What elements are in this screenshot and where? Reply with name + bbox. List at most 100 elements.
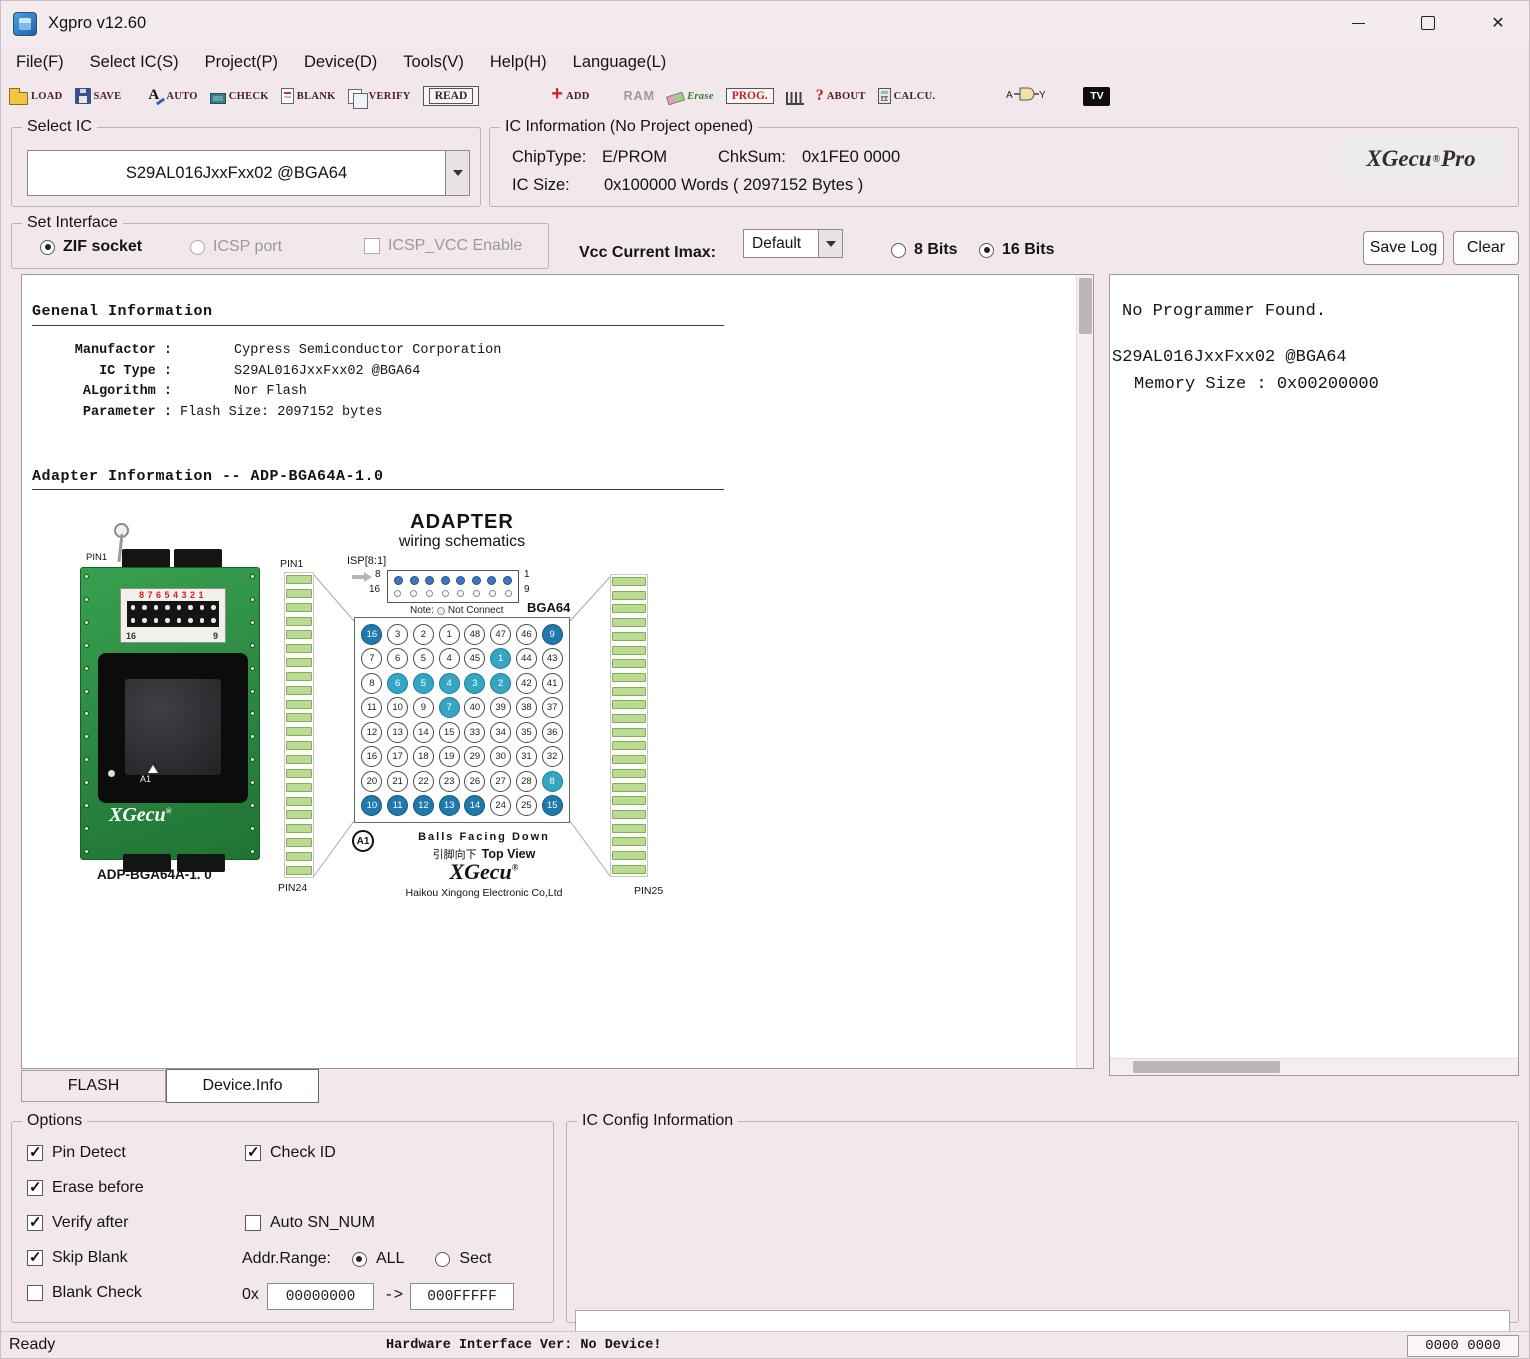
toolbar-load-button[interactable]: LOAD [9,88,63,105]
toolbar-save-button[interactable]: SAVE [75,88,122,104]
bga-ball: 39 [490,697,511,718]
balls-facing-label: Balls Facing Down [394,831,574,843]
toolbar-prog-button[interactable]: PROG. [726,88,774,104]
main-vertical-scrollbar[interactable] [1076,275,1093,1068]
addr-sect-radio[interactable] [435,1252,450,1267]
bga-ball: 15 [439,722,460,743]
pin-bar [286,630,312,639]
isp-hole [410,576,419,585]
pin-strip-right [610,574,648,877]
blank-check-checkbox[interactable] [27,1285,43,1301]
icsp-port-radio[interactable] [190,240,205,255]
blank-label: BLANK [297,91,336,102]
menu-tools[interactable]: Tools(V) [390,49,477,76]
isp-header-on-pcb: 87654321 16 9 [120,588,226,643]
check-id-checkbox[interactable] [245,1145,261,1161]
via-dot [250,757,255,762]
scrollbar-thumb[interactable] [1079,278,1092,334]
bga-ball: 35 [516,722,537,743]
minimize-button[interactable] [1335,6,1381,40]
bga-ball: 44 [516,648,537,669]
addr-to-input[interactable] [410,1283,514,1310]
ic-config-field[interactable] [575,1310,1510,1332]
toolbar-calcu-button[interactable]: CALCU. [878,88,936,104]
icsp-vcc-checkbox[interactable] [364,238,380,254]
window-title: Xgpro v12.60 [48,14,146,33]
toolbar-about-button[interactable]: ABOUT [816,87,866,105]
toolbar-tv-button[interactable]: TV [1083,87,1110,106]
toolbar-erase-button[interactable]: Erase [667,89,714,103]
menu-select-ic[interactable]: Select IC(S) [77,49,192,76]
toolbar-read-button[interactable]: READ [423,86,480,106]
bga-ball: 19 [439,746,460,767]
header-dot [165,605,170,610]
save-log-button[interactable]: Save Log [1363,231,1444,265]
toolbar-ram-button[interactable]: RAM [624,89,655,103]
option-blank-check: Blank Check [27,1284,142,1302]
toolbar-blank-button[interactable]: BLANK [281,88,336,104]
tab-flash[interactable]: FLASH [21,1070,166,1102]
skip-blank-checkbox[interactable] [27,1250,43,1266]
isp-hole [442,590,449,597]
header-holes [127,601,219,627]
toolbar-auto-button[interactable]: AUTO [147,88,197,104]
ic-select-dropdown-button[interactable] [445,151,469,195]
toolbar-stripes-button[interactable] [786,88,804,105]
toolbar-add-button[interactable]: ADD [551,87,589,105]
log-panel: No Programmer Found. S29AL016JxxFxx02 @B… [1109,274,1519,1076]
question-icon [816,87,824,105]
pin-bar [612,810,646,819]
verify-after-checkbox[interactable] [27,1215,43,1231]
menu-help[interactable]: Help(H) [477,49,560,76]
8-bits-radio[interactable] [891,243,906,258]
tab-device-info[interactable]: Device.Info [166,1069,319,1103]
pin-bar [286,700,312,709]
load-label: LOAD [31,91,63,102]
isp-hole [441,576,450,585]
vcc-current-value: Default [744,230,818,257]
header-dot [211,605,216,610]
menu-project[interactable]: Project(P) [192,49,291,76]
erase-before-checkbox[interactable] [27,1180,43,1196]
pin-bar [286,727,312,736]
scrollbar-thumb[interactable] [1133,1061,1280,1073]
toolbar-gate-button[interactable]: AY [1005,85,1047,108]
addr-all-radio[interactable] [352,1252,367,1267]
ic-select-combo[interactable]: S29AL016JxxFxx02 @BGA64 [27,150,470,196]
vcc-current-select[interactable]: Default [743,229,843,258]
adapter-subtitle: wiring schematics [352,533,572,551]
close-button[interactable] [1475,6,1521,40]
via-dot [250,643,255,648]
vcc-dropdown-button[interactable] [818,230,842,257]
read-label: READ [429,88,474,104]
stripes-icon [786,92,804,105]
pin-bar [286,686,312,695]
options-group: Options Pin DetectErase beforeVerify aft… [11,1121,554,1323]
blank-icon [281,88,294,104]
bga-ball: 22 [413,771,434,792]
addr-from-input[interactable] [267,1283,374,1310]
pin-bar [286,672,312,681]
pin-bar [612,837,646,846]
16-bits-radio[interactable] [979,243,994,258]
ram-label: RAM [624,89,655,103]
menu-file[interactable]: File(F) [3,49,77,76]
auto-sn-checkbox[interactable] [245,1215,261,1231]
a1-triangle-icon [148,765,158,773]
zif-socket-radio[interactable] [40,240,55,255]
menu-device[interactable]: Device(D) [291,49,390,76]
menu-language[interactable]: Language(L) [560,49,680,76]
clear-button[interactable]: Clear [1453,231,1519,265]
bga-ball: 24 [490,795,511,816]
pin-detect-checkbox[interactable] [27,1145,43,1161]
company-label: Haikou Xingong Electronic Co,Ltd [374,887,594,899]
pin-bar [286,755,312,764]
pin-bar [612,659,646,668]
maximize-button[interactable] [1405,6,1451,40]
toolbar-check-button[interactable]: CHECK [210,89,269,104]
toolbar-verify-button[interactable]: VERIFY [348,89,411,104]
option-auto-sn: Auto SN_NUM [245,1214,375,1232]
via-dot [250,803,255,808]
log-horizontal-scrollbar[interactable] [1110,1058,1518,1075]
bga-ball: 48 [464,624,485,645]
